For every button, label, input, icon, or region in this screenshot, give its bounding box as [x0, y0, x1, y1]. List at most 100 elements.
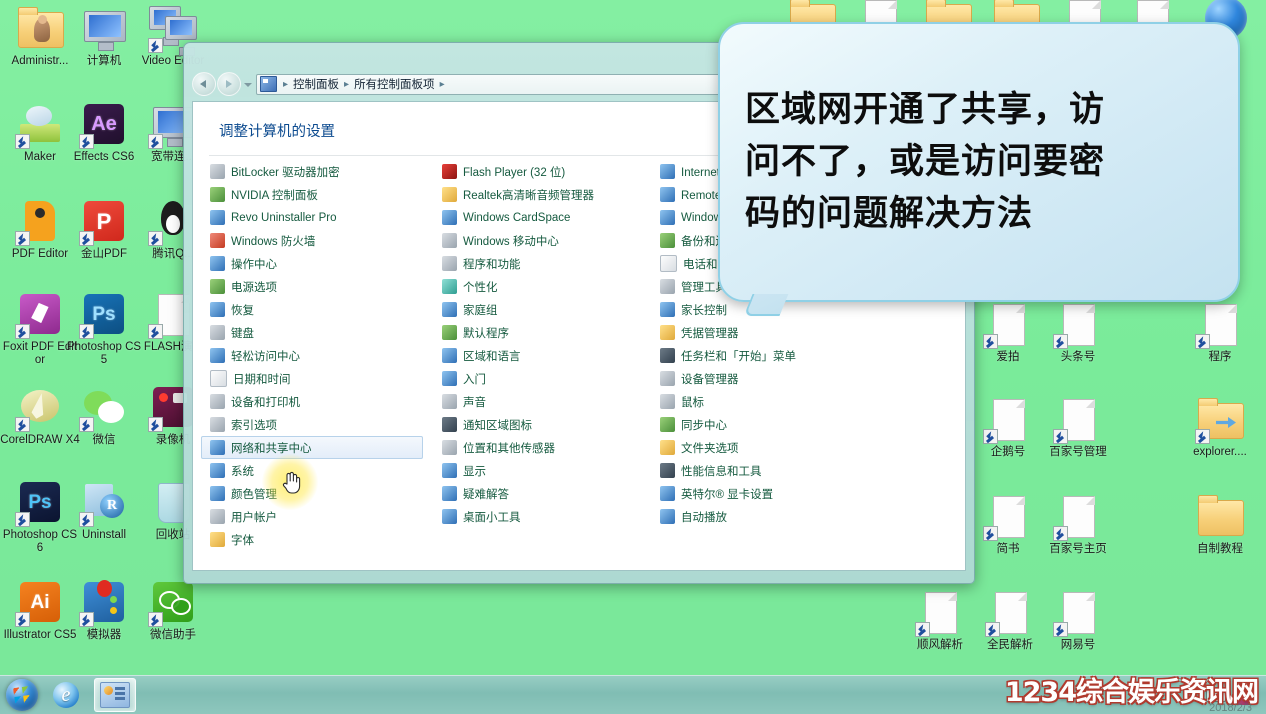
control-panel-item-label: 个性化 — [463, 281, 498, 294]
recent-pages-dropdown-icon[interactable] — [242, 73, 253, 95]
control-panel-item-icon — [210, 233, 225, 248]
control-panel-column-2: Flash Player (32 位) Realtek高清晰音频管理器 Window… — [433, 160, 655, 528]
control-panel-item[interactable]: 凭据管理器 — [651, 321, 941, 344]
control-panel-item[interactable]: 操作中心 — [201, 252, 423, 275]
control-panel-item-icon — [210, 486, 225, 501]
control-panel-item[interactable]: Windows CardSpace — [433, 206, 655, 229]
control-panel-item-label: 默认程序 — [463, 327, 509, 340]
control-panel-item[interactable]: 文件夹选项 — [651, 436, 941, 459]
taskbar[interactable]: 1234综合娱乐资讯网 2018/2/3 — [0, 675, 1266, 714]
control-panel-item[interactable]: Windows 防火墙 — [201, 229, 423, 252]
desktop-icon-kingsoft-pdf[interactable]: P 金山PDF — [64, 197, 144, 261]
control-panel-item[interactable]: 家庭组 — [433, 298, 655, 321]
control-panel-item[interactable]: 恢复 — [201, 298, 423, 321]
control-panel-item[interactable]: 个性化 — [433, 275, 655, 298]
control-panel-item[interactable]: 默认程序 — [433, 321, 655, 344]
control-panel-item[interactable]: 声音 — [433, 390, 655, 413]
desktop-icon-aipai[interactable]: 爱拍 — [968, 300, 1048, 364]
control-panel-item[interactable]: 显示 — [433, 459, 655, 482]
desktop-icon-jianshu[interactable]: 简书 — [968, 492, 1048, 556]
document-icon — [983, 395, 1032, 444]
control-panel-item[interactable]: 自动播放 — [651, 505, 941, 528]
control-panel-item-icon — [660, 486, 675, 501]
control-panel-item[interactable]: 桌面小工具 — [433, 505, 655, 528]
control-panel-item-label: 设备和打印机 — [231, 396, 300, 409]
desktop-icon-label: 百家号管理 — [1049, 446, 1107, 458]
back-button[interactable] — [192, 72, 216, 96]
control-panel-item-label: 家长控制 — [681, 304, 727, 317]
control-panel-item[interactable]: 颜色管理 — [201, 482, 423, 505]
keyboard-layout-icon[interactable] — [1206, 688, 1226, 702]
control-panel-item[interactable]: 鼠标 — [651, 390, 941, 413]
control-panel-item[interactable]: 程序和功能 — [433, 252, 655, 275]
control-panel-item[interactable]: 索引选项 — [201, 413, 423, 436]
taskbar-item-control-panel[interactable] — [94, 678, 136, 712]
forward-button[interactable] — [217, 72, 241, 96]
control-panel-item[interactable]: 性能信息和工具 — [651, 459, 941, 482]
control-panel-item-label: 文件夹选项 — [681, 442, 739, 455]
desktop-icon-baijiahao-manage[interactable]: 百家号管理 — [1038, 395, 1118, 459]
desktop-icon-emulator[interactable]: 模拟器 — [64, 578, 144, 642]
control-panel-item[interactable]: 字体 — [201, 528, 423, 551]
desktop-icon-qiehao[interactable]: 企鹅号 — [968, 395, 1048, 459]
desktop-icon-computer[interactable]: 计算机 — [64, 4, 144, 68]
desktop-icon-chengxu[interactable]: 程序 — [1180, 300, 1260, 364]
control-panel-item[interactable]: 入门 — [433, 367, 655, 390]
control-panel-item-label: 设备管理器 — [681, 373, 739, 386]
wechat-helper-icon — [148, 578, 197, 627]
desktop-icon-self-made-tutorial[interactable]: 自制教程 — [1180, 492, 1260, 556]
control-panel-item[interactable]: NVIDIA 控制面板 — [201, 183, 423, 206]
control-panel-item[interactable]: Windows 移动中心 — [433, 229, 655, 252]
control-panel-item-icon — [210, 210, 225, 225]
document-icon — [1053, 492, 1102, 541]
desktop-icon-after-effects[interactable]: Ae Effects CS6 — [64, 100, 144, 164]
control-panel-item[interactable]: 键盘 — [201, 321, 423, 344]
control-panel-item[interactable]: 日期和时间 — [201, 367, 423, 390]
control-panel-item-label: 区域和语言 — [463, 350, 521, 363]
control-panel-item-icon — [210, 394, 225, 409]
control-panel-item[interactable]: 设备和打印机 — [201, 390, 423, 413]
control-panel-item-label: 疑难解答 — [463, 488, 509, 501]
foxit-pdf-icon — [15, 290, 64, 339]
control-panel-item[interactable]: 区域和语言 — [433, 344, 655, 367]
control-panel-item-label: 凭据管理器 — [681, 327, 739, 340]
control-panel-item[interactable]: 用户帐户 — [201, 505, 423, 528]
control-panel-item[interactable]: 英特尔® 显卡设置 — [651, 482, 941, 505]
control-panel-item[interactable]: 电源选项 — [201, 275, 423, 298]
control-panel-item[interactable]: 轻松访问中心 — [201, 344, 423, 367]
control-panel-item-label: 位置和其他传感器 — [463, 442, 555, 455]
control-panel-item[interactable]: 同步中心 — [651, 413, 941, 436]
control-panel-item-icon — [442, 417, 457, 432]
control-panel-item-label: BitLocker 驱动器加密 — [231, 166, 340, 179]
control-panel-item[interactable]: Realtek高清晰音频管理器 — [433, 183, 655, 206]
control-panel-item[interactable]: 位置和其他传感器 — [433, 436, 655, 459]
breadcrumb-all-items[interactable]: 所有控制面板项 — [352, 76, 437, 92]
control-panel-item-icon — [442, 279, 457, 294]
control-panel-item[interactable]: 任务栏和「开始」菜单 — [651, 344, 941, 367]
monitor-icon — [80, 4, 128, 52]
desktop-icon-photoshop-cs5[interactable]: Ps Photoshop CS5 — [64, 290, 144, 367]
control-panel-item-label: Windows 移动中心 — [463, 235, 559, 248]
control-panel-item[interactable]: 设备管理器 — [651, 367, 941, 390]
desktop-icon-wechat-helper[interactable]: 微信助手 — [133, 578, 213, 642]
breadcrumb-control-panel[interactable]: 控制面板 — [291, 76, 341, 92]
control-panel-item[interactable]: Revo Uninstaller Pro — [201, 206, 423, 229]
desktop-icon-wangyihao[interactable]: 网易号 — [1038, 588, 1118, 652]
desktop-icon-toutiaohao[interactable]: 头条号 — [1038, 300, 1118, 364]
desktop-icon-uninstall[interactable]: R Uninstall — [64, 478, 144, 542]
control-panel-item-icon — [210, 509, 225, 524]
desktop-icon-wechat[interactable]: 微信 — [64, 383, 144, 447]
desktop-icon-baijiahao-home[interactable]: 百家号主页 — [1038, 492, 1118, 556]
control-panel-item[interactable]: 疑难解答 — [433, 482, 655, 505]
taskbar-item-internet-explorer[interactable] — [46, 679, 86, 711]
control-panel-item[interactable]: Flash Player (32 位) — [433, 160, 655, 183]
control-panel-item[interactable]: 系统 — [201, 459, 423, 482]
desktop-icon-explorer[interactable]: explorer.... — [1180, 395, 1260, 459]
control-panel-icon — [100, 682, 130, 708]
control-panel-item-label: 自动播放 — [681, 511, 727, 524]
control-panel-item[interactable]: 网络和共享中心 — [201, 436, 423, 459]
desktop-icon-shunfeng-jiexi[interactable]: 顺风解析 — [900, 588, 980, 652]
control-panel-item[interactable]: BitLocker 驱动器加密 — [201, 160, 423, 183]
start-button[interactable] — [6, 679, 38, 711]
control-panel-item[interactable]: 通知区域图标 — [433, 413, 655, 436]
